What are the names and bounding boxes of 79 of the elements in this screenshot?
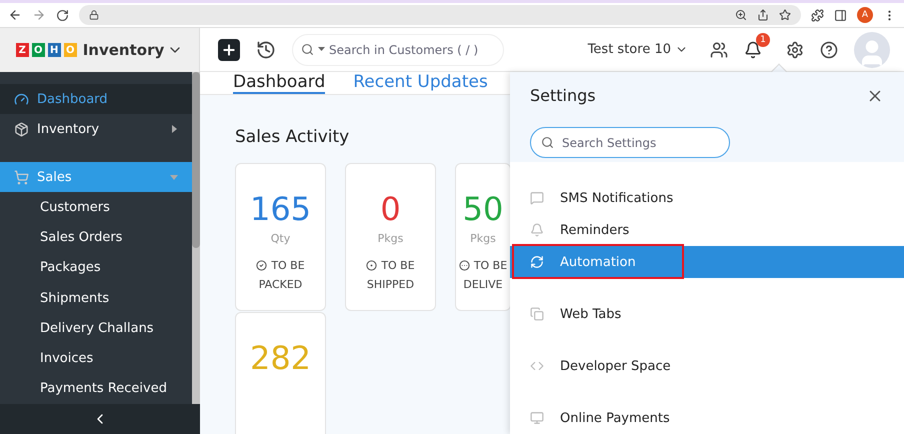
- section-title: Sales Activity: [235, 127, 350, 147]
- stat-label: TO BE: [474, 259, 508, 272]
- stat-card[interactable]: 165 Qty TO BE PACKED: [235, 163, 326, 311]
- code-icon: [530, 359, 544, 373]
- ellipsis-circle-icon: [458, 260, 470, 271]
- stat-card[interactable]: 0 Pkgs TO BE SHIPPED: [345, 163, 436, 311]
- puzzle-icon[interactable]: [811, 8, 824, 22]
- sidebar-item[interactable]: Dashboard: [0, 84, 192, 114]
- reload-icon[interactable]: [56, 8, 69, 22]
- app-name: Inventory: [82, 41, 164, 59]
- settings-icon[interactable]: [786, 40, 804, 58]
- chat-icon: [530, 191, 544, 205]
- organization-switcher[interactable]: Test store 10: [582, 41, 694, 58]
- settings-item[interactable]: SMS Notifications: [510, 182, 904, 214]
- stat-card[interactable]: 50 Pkgs TO BE DELIVE: [455, 163, 511, 311]
- panel-title: Settings: [530, 86, 596, 105]
- sidebar-subitem[interactable]: Shipments: [0, 283, 192, 314]
- stat-label: SHIPPED: [366, 278, 414, 291]
- sidebar-subitem[interactable]: Invoices: [0, 344, 192, 374]
- windows-icon: [530, 307, 544, 321]
- settings-item[interactable]: Developer Space: [510, 350, 904, 382]
- zoom-icon[interactable]: [735, 9, 747, 21]
- monitor-icon: [530, 411, 544, 425]
- stat-value: 165: [250, 190, 312, 228]
- sidebar-subitem[interactable]: Delivery Challans: [0, 313, 192, 344]
- tab[interactable]: Recent Updates: [353, 72, 488, 94]
- sidebar-item[interactable]: Inventory: [0, 114, 192, 144]
- share-icon[interactable]: [757, 9, 769, 21]
- scrollbar[interactable]: [192, 72, 200, 404]
- stat-value: 0: [380, 190, 401, 228]
- box-icon: [14, 122, 29, 137]
- settings-item[interactable]: Automation: [510, 246, 904, 278]
- help-icon[interactable]: [820, 40, 838, 58]
- stat-value: 50: [462, 190, 504, 228]
- logo-letter: H: [48, 43, 61, 57]
- stat-unit: Pkgs: [470, 232, 496, 245]
- search-input[interactable]: Search Settings: [562, 136, 712, 150]
- sidebar-subitem[interactable]: Customers: [0, 192, 192, 223]
- users-icon[interactable]: [710, 40, 728, 58]
- gauge-icon: [14, 92, 29, 107]
- sidebar-subitem[interactable]: Payments Received: [0, 374, 192, 404]
- sidebar-subitem[interactable]: Packages: [0, 252, 192, 284]
- dropdown-caret-icon[interactable]: [318, 47, 325, 52]
- dot-circle-icon: [366, 260, 378, 271]
- stat-label: PACKED: [258, 278, 302, 291]
- forward-icon[interactable]: [32, 8, 46, 22]
- plus-icon: [221, 42, 237, 58]
- lock-icon: [89, 10, 99, 20]
- logo-letter: O: [32, 43, 45, 57]
- back-icon[interactable]: [8, 8, 22, 22]
- logo-letter: Z: [16, 43, 29, 57]
- settings-item[interactable]: Online Payments: [510, 402, 904, 434]
- stat-unit: Qty: [270, 232, 290, 245]
- search-icon: [541, 136, 554, 149]
- sync-icon: [530, 255, 544, 269]
- profile-avatar[interactable]: A: [857, 7, 873, 23]
- stat-unit: Pkgs: [378, 232, 404, 245]
- stat-value: 282: [250, 339, 312, 377]
- bell-icon: [530, 223, 544, 237]
- check-circle-icon: [256, 260, 268, 271]
- sidebar-subitem[interactable]: Sales Orders: [0, 222, 192, 253]
- search-icon: [301, 43, 314, 56]
- notification-badge: 1: [756, 32, 770, 46]
- settings-item[interactable]: Web Tabs: [510, 298, 904, 330]
- star-icon[interactable]: [779, 9, 791, 21]
- tab[interactable]: Dashboard: [233, 72, 326, 94]
- history-icon[interactable]: [256, 40, 276, 60]
- cart-icon: [14, 170, 29, 185]
- stat-label: DELIVE: [463, 278, 503, 291]
- notifications-button[interactable]: 1: [744, 32, 770, 58]
- search-bar[interactable]: Search in Customers ( / ): [292, 34, 504, 66]
- settings-search-bar[interactable]: Search Settings: [530, 127, 730, 158]
- search-input[interactable]: Search in Customers ( / ): [329, 42, 495, 56]
- logo-letter: O: [64, 43, 77, 57]
- settings-item[interactable]: Reminders: [510, 214, 904, 246]
- stat-label: TO BE: [271, 259, 305, 272]
- stat-label: TO BE: [381, 259, 415, 272]
- add-button[interactable]: [218, 38, 240, 60]
- side-panel-icon[interactable]: [834, 8, 847, 22]
